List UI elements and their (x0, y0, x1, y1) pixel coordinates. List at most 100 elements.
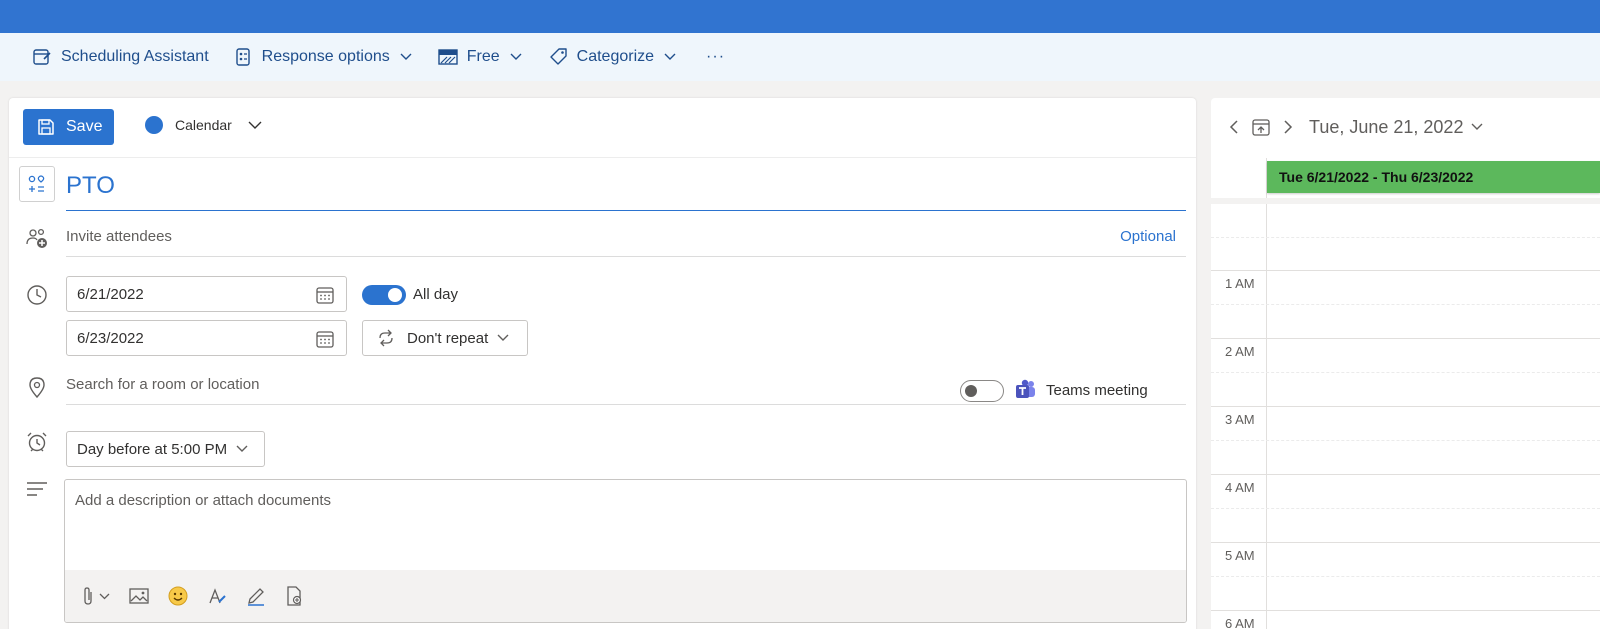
invite-attendees-placeholder: Invite attendees (66, 228, 172, 245)
description-placeholder: Add a description or attach documents (75, 492, 331, 509)
save-label: Save (66, 118, 103, 135)
location-pin-icon (25, 375, 49, 399)
all-day-event[interactable]: Tue 6/21/2022 - Thu 6/23/2022 (1267, 161, 1600, 193)
repeat-icon (379, 329, 393, 347)
chevron-left-icon (1229, 120, 1238, 134)
scheduling-assistant-label: Scheduling Assistant (61, 48, 209, 65)
hour-line (1211, 406, 1600, 407)
save-icon (38, 119, 54, 135)
hour-label: 2 AM (1225, 344, 1255, 359)
hour-line (1211, 474, 1600, 475)
half-hour-line (1211, 508, 1600, 509)
half-hour-line (1211, 372, 1600, 373)
hour-label: 6 AM (1225, 616, 1255, 629)
loop-component-button[interactable] (285, 586, 303, 606)
teams-meeting-toggle[interactable] (960, 380, 1004, 402)
time-gutter-divider (1266, 158, 1267, 629)
pen-icon (248, 588, 264, 606)
categorize-label: Categorize (576, 48, 655, 65)
tag-icon (549, 48, 567, 65)
smiley-icon (168, 586, 188, 606)
show-as-label: Free (466, 48, 500, 65)
draw-button[interactable] (246, 586, 266, 606)
all-day-divider (1211, 198, 1600, 204)
clock-icon (25, 283, 49, 307)
calendar-color-dot (145, 116, 163, 134)
emoji-template-icon (28, 175, 45, 192)
calendar-picker-icon[interactable] (316, 330, 334, 348)
app-top-bar (0, 0, 1600, 33)
picture-icon (129, 588, 149, 604)
next-day-button[interactable] (1284, 120, 1293, 134)
half-hour-line (1211, 440, 1600, 441)
show-as-button[interactable]: Free (438, 33, 522, 81)
reminder-dropdown[interactable]: Day before at 5:00 PM (66, 431, 265, 467)
chevron-down-icon (510, 53, 522, 60)
chevron-down-icon (1471, 123, 1483, 130)
half-hour-line (1211, 237, 1600, 238)
chevron-right-icon (1284, 120, 1293, 134)
description-toolbar (65, 570, 1186, 622)
scheduling-assistant-button[interactable]: Scheduling Assistant (32, 33, 209, 81)
response-options-button[interactable]: Response options (235, 33, 412, 81)
event-title-input[interactable]: PTO (66, 166, 1186, 211)
previous-day-button[interactable] (1229, 120, 1238, 134)
end-date-field[interactable]: 6/23/2022 (66, 320, 347, 356)
repeat-dropdown[interactable]: Don't repeat (362, 320, 528, 356)
optional-attendees-link[interactable]: Optional (1120, 228, 1176, 245)
calendar-nav: Tue, June 21, 2022 (1211, 98, 1600, 156)
date-picker-toggle[interactable] (1471, 123, 1483, 131)
response-options-label: Response options (261, 48, 390, 65)
location-placeholder: Search for a room or location (66, 376, 260, 393)
document-add-icon (287, 586, 302, 606)
hour-line (1211, 542, 1600, 543)
calendar-picker-icon[interactable] (316, 286, 334, 304)
go-to-today-button[interactable] (1252, 118, 1270, 136)
reminder-label: Day before at 5:00 PM (77, 440, 228, 458)
emoji-button[interactable] (168, 586, 188, 606)
save-button[interactable]: Save (23, 109, 114, 145)
description-editor[interactable]: Add a description or attach documents (64, 479, 1187, 623)
chevron-down-icon (248, 121, 262, 129)
hour-label: 5 AM (1225, 548, 1255, 563)
chevron-down-icon (99, 593, 110, 599)
all-day-label: All day (413, 286, 459, 303)
start-date-value: 6/21/2022 (77, 285, 144, 303)
event-form: Save Calendar PTO Invite attendees Optio… (9, 98, 1196, 629)
alarm-clock-icon (25, 430, 49, 454)
event-type-button[interactable] (19, 166, 55, 202)
hour-line (1211, 270, 1600, 271)
free-status-icon (438, 49, 458, 65)
calendar-selector[interactable]: Calendar (145, 116, 262, 134)
format-text-button[interactable] (207, 586, 227, 606)
scheduling-assistant-icon (33, 49, 51, 65)
ribbon-toolbar: Scheduling Assistant Response options Fr… (0, 33, 1600, 81)
calendar-today-icon (1252, 119, 1270, 136)
hour-line (1211, 610, 1600, 611)
more-options-button[interactable]: ··· (706, 48, 725, 66)
half-hour-line (1211, 304, 1600, 305)
description-lines-icon (25, 477, 49, 501)
response-options-icon (235, 48, 250, 66)
calendar-date-label[interactable]: Tue, June 21, 2022 (1309, 117, 1463, 138)
hour-label: 4 AM (1225, 480, 1255, 495)
attach-button[interactable] (81, 586, 110, 606)
day-calendar-pane: Tue, June 21, 2022 Tue 6/21/2022 - Thu 6… (1211, 98, 1600, 629)
end-date-value: 6/23/2022 (77, 329, 144, 347)
invite-attendees-input[interactable]: Invite attendees Optional (66, 217, 1186, 257)
form-header: Save Calendar (9, 98, 1196, 158)
categorize-button[interactable]: Categorize (548, 33, 676, 81)
hour-label: 3 AM (1225, 412, 1255, 427)
add-people-icon (25, 226, 49, 250)
chevron-down-icon (497, 334, 509, 341)
all-day-toggle[interactable] (362, 285, 406, 305)
hour-line (1211, 338, 1600, 339)
format-painter-icon (209, 588, 226, 604)
teams-icon (1016, 379, 1035, 398)
repeat-label: Don't repeat (407, 329, 489, 347)
insert-picture-button[interactable] (129, 588, 149, 604)
calendar-name: Calendar (175, 117, 232, 133)
chevron-down-icon (664, 53, 676, 60)
start-date-field[interactable]: 6/21/2022 (66, 276, 347, 312)
teams-meeting-label: Teams meeting (1046, 382, 1148, 399)
